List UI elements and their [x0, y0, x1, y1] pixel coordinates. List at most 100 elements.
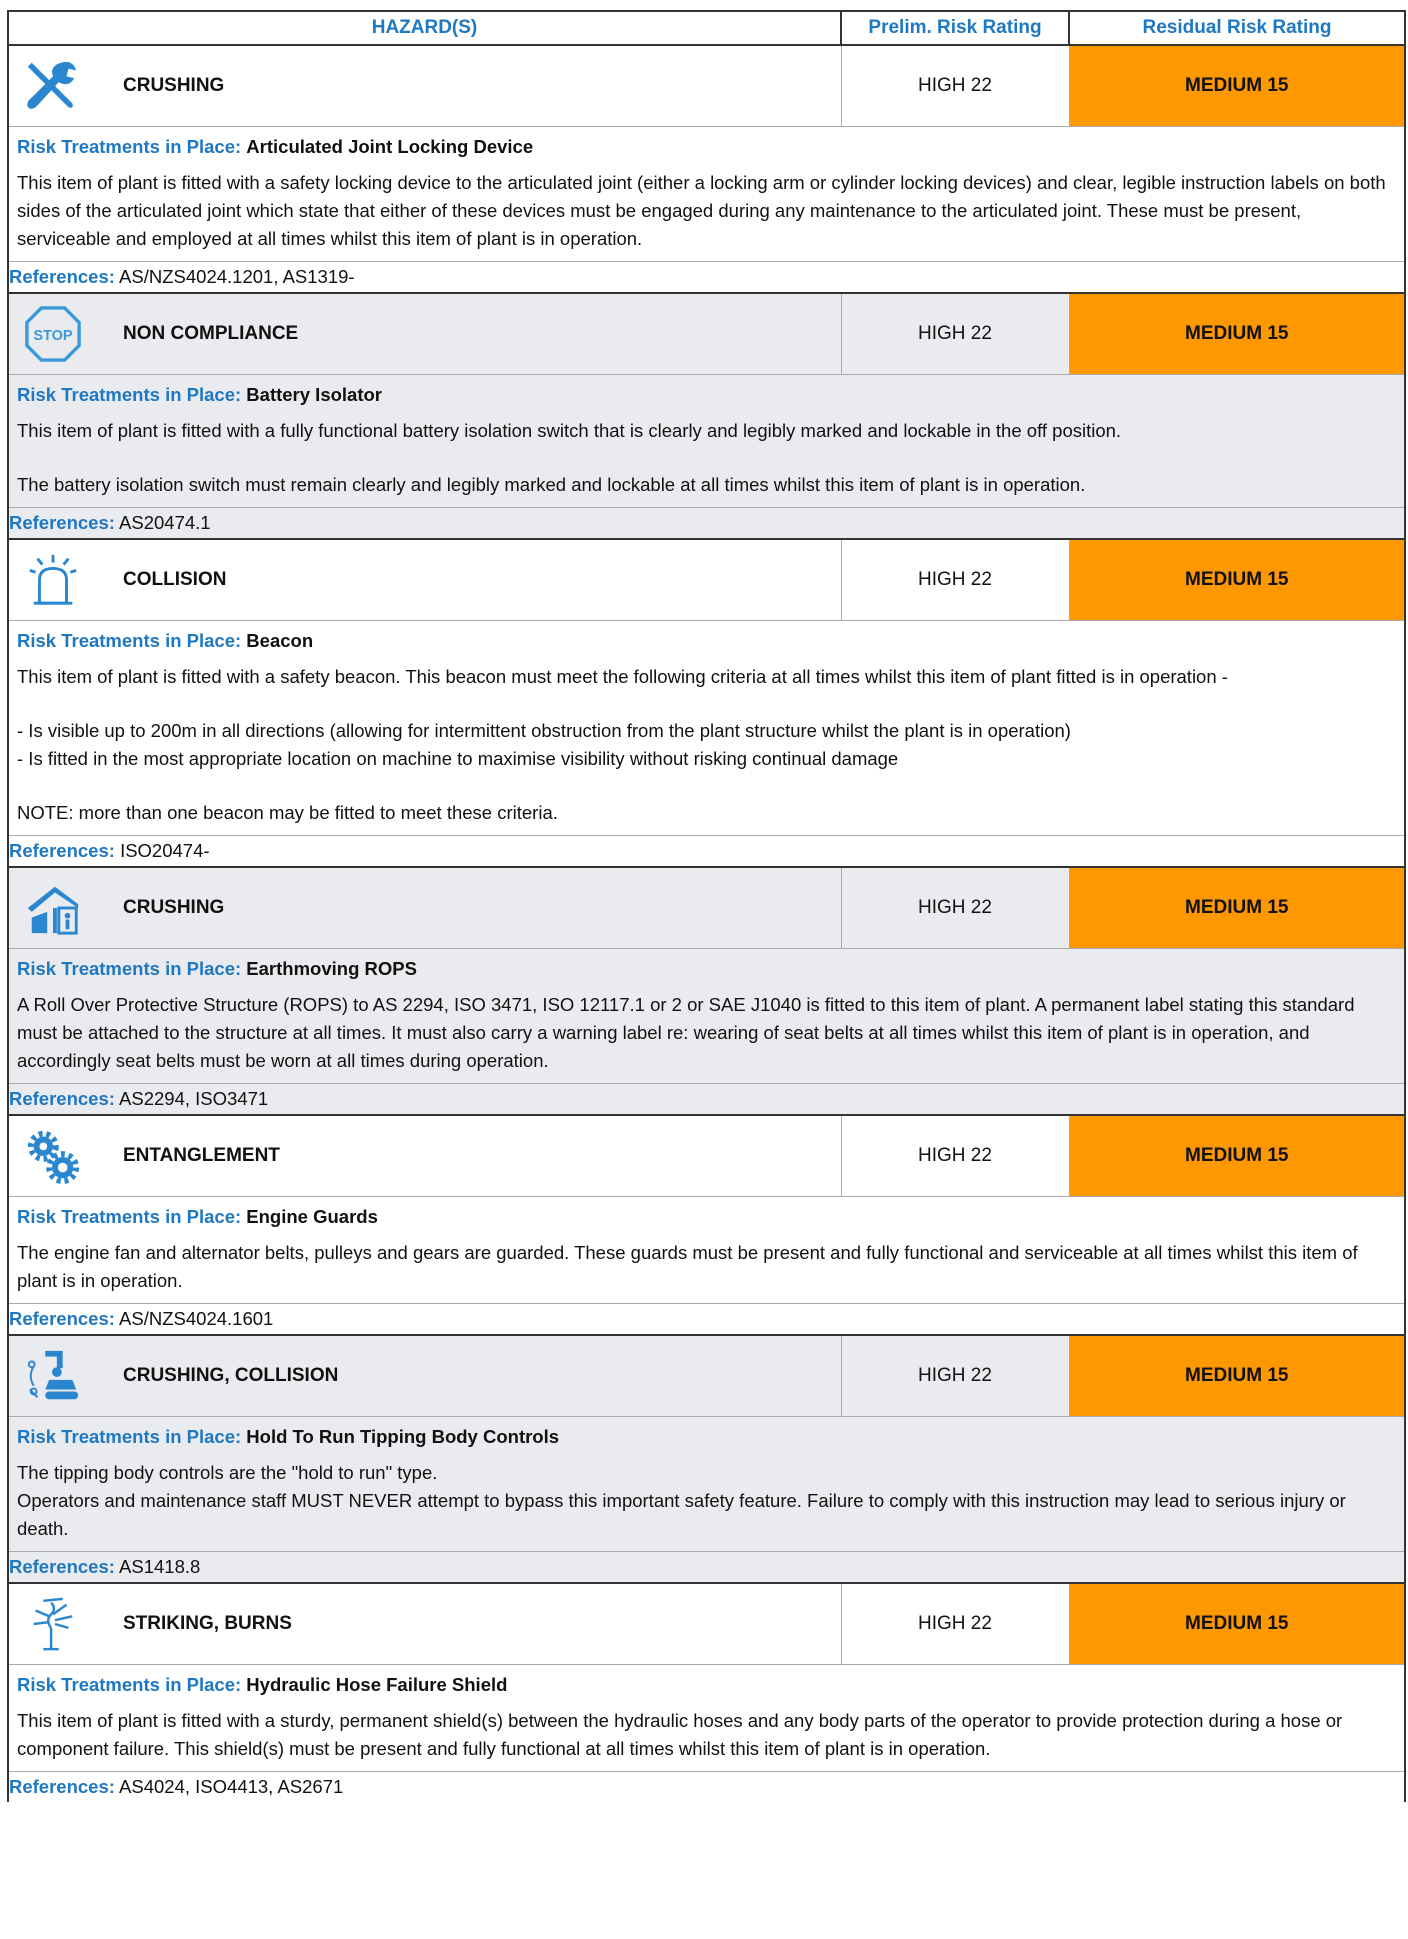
rops-cab-icon: [19, 874, 87, 942]
hazard-cell: COLLISION: [7, 538, 841, 621]
hazard-row: CRUSHING HIGH 22 MEDIUM 15: [7, 866, 1406, 949]
hazard-row: STOP NON COMPLIANCE HIGH 22 MEDIUM 15: [7, 292, 1406, 375]
treatment-name: Battery Isolator: [246, 384, 383, 405]
table-header-row: HAZARD(S) Prelim. Risk Rating Residual R…: [7, 10, 1406, 46]
hazard-cell: CRUSHING: [7, 866, 841, 949]
residual-rating: MEDIUM 15: [1068, 866, 1406, 949]
references-row: References: AS/NZS4024.1201, AS1319-: [7, 261, 1406, 293]
hazard-name: STRIKING, BURNS: [123, 1613, 292, 1634]
treatment-name: Engine Guards: [246, 1206, 378, 1227]
references-value: AS1418.8: [119, 1556, 201, 1577]
hazards-column-header: HAZARD(S): [7, 10, 842, 46]
hazard-name: CRUSHING: [123, 75, 225, 96]
residual-rating: MEDIUM 15: [1068, 538, 1406, 621]
treatment-row: Risk Treatments in Place: Beacon This it…: [7, 620, 1406, 836]
residual-rating: MEDIUM 15: [1068, 1334, 1406, 1417]
references-value: AS2294, ISO3471: [119, 1088, 269, 1109]
treatment-name: Articulated Joint Locking Device: [246, 136, 534, 157]
treatment-row: Risk Treatments in Place: Earthmoving RO…: [7, 948, 1406, 1084]
gears-icon: [19, 1122, 87, 1190]
references-row: References: ISO20474-: [7, 835, 1406, 867]
treatment-description: The engine fan and alternator belts, pul…: [17, 1239, 1396, 1295]
stop-sign-icon: STOP: [19, 300, 87, 368]
treatment-paragraph: This item of plant is fitted with a safe…: [17, 172, 1386, 249]
hazard-row: CRUSHING, COLLISION HIGH 22 MEDIUM 15: [7, 1334, 1406, 1417]
treatment-paragraph: This item of plant is fitted with a stur…: [17, 1710, 1343, 1759]
hazard-row: CRUSHING HIGH 22 MEDIUM 15: [7, 44, 1406, 127]
prelim-rating-column-header: Prelim. Risk Rating: [840, 10, 1070, 46]
treatment-paragraph: The battery isolation switch must remain…: [17, 474, 1086, 495]
prelim-rating: HIGH 22: [840, 866, 1069, 949]
treatment-row: Risk Treatments in Place: Battery Isolat…: [7, 374, 1406, 508]
treatment-row: Risk Treatments in Place: Articulated Jo…: [7, 126, 1406, 262]
hose-burst-icon: [19, 1590, 87, 1658]
treatments-label: Risk Treatments in Place:: [17, 630, 242, 651]
references-label: References:: [9, 1556, 115, 1577]
references-value: AS4024, ISO4413, AS2671: [119, 1776, 344, 1797]
svg-text:STOP: STOP: [33, 328, 73, 344]
hazard-name: NON COMPLIANCE: [123, 323, 299, 344]
prelim-rating: HIGH 22: [840, 538, 1069, 621]
treatment-description: The tipping body controls are the "hold …: [17, 1459, 1396, 1543]
treatment-heading: Risk Treatments in Place: Engine Guards: [17, 1203, 1396, 1231]
treatment-name: Beacon: [246, 630, 314, 651]
treatments-label: Risk Treatments in Place:: [17, 1206, 242, 1227]
references-row: References: AS1418.8: [7, 1551, 1406, 1583]
references-label: References:: [9, 512, 115, 533]
treatment-heading: Risk Treatments in Place: Hold To Run Ti…: [17, 1423, 1396, 1451]
treatment-description: This item of plant is fitted with a safe…: [17, 169, 1396, 253]
treatments-label: Risk Treatments in Place:: [17, 1674, 242, 1695]
treatment-description: This item of plant is fitted with a safe…: [17, 663, 1396, 827]
residual-rating-column-header: Residual Risk Rating: [1068, 10, 1406, 46]
treatment-paragraph: This item of plant is fitted with a safe…: [17, 666, 1228, 687]
treatments-label: Risk Treatments in Place:: [17, 384, 242, 405]
treatment-paragraph: The engine fan and alternator belts, pul…: [17, 1242, 1358, 1291]
references-value: AS/NZS4024.1601: [119, 1308, 274, 1329]
treatment-description: This item of plant is fitted with a full…: [17, 417, 1396, 499]
references-row: References: AS20474.1: [7, 507, 1406, 539]
references-label: References:: [9, 1776, 115, 1797]
residual-rating: MEDIUM 15: [1068, 1582, 1406, 1665]
hazard-row: STRIKING, BURNS HIGH 22 MEDIUM 15: [7, 1582, 1406, 1665]
treatment-paragraph: This item of plant is fitted with a full…: [17, 420, 1122, 441]
residual-rating: MEDIUM 15: [1068, 1114, 1406, 1197]
treatments-label: Risk Treatments in Place:: [17, 1426, 242, 1447]
references-value: AS20474.1: [119, 512, 211, 533]
prelim-rating: HIGH 22: [840, 1114, 1069, 1197]
prelim-rating: HIGH 22: [840, 1582, 1069, 1665]
hazard-name: CRUSHING, COLLISION: [123, 1365, 339, 1386]
prelim-rating: HIGH 22: [840, 44, 1069, 127]
treatment-name: Hydraulic Hose Failure Shield: [246, 1674, 508, 1695]
hazard-name: ENTANGLEMENT: [123, 1145, 280, 1166]
treatment-paragraph: A Roll Over Protective Structure (ROPS) …: [17, 994, 1355, 1071]
treatment-paragraph: The tipping body controls are the "hold …: [17, 1462, 1346, 1539]
prelim-rating: HIGH 22: [840, 292, 1069, 375]
treatments-label: Risk Treatments in Place:: [17, 958, 242, 979]
references-row: References: AS/NZS4024.1601: [7, 1303, 1406, 1335]
treatment-heading: Risk Treatments in Place: Hydraulic Hose…: [17, 1671, 1396, 1699]
hazard-cell: STRIKING, BURNS: [7, 1582, 841, 1665]
treatment-name: Hold To Run Tipping Body Controls: [246, 1426, 560, 1447]
risk-register-page: HAZARD(S) Prelim. Risk Rating Residual R…: [7, 10, 1406, 1802]
references-label: References:: [9, 1308, 115, 1329]
treatment-row: Risk Treatments in Place: Hydraulic Hose…: [7, 1664, 1406, 1772]
treatment-heading: Risk Treatments in Place: Articulated Jo…: [17, 133, 1396, 161]
tools-crossed-icon: [19, 52, 87, 120]
hazard-cell: CRUSHING, COLLISION: [7, 1334, 841, 1417]
hazard-cell: ENTANGLEMENT: [7, 1114, 841, 1197]
treatment-paragraph: - Is visible up to 200m in all direction…: [17, 720, 1071, 769]
treatment-row: Risk Treatments in Place: Engine Guards …: [7, 1196, 1406, 1304]
residual-rating: MEDIUM 15: [1068, 292, 1406, 375]
treatment-heading: Risk Treatments in Place: Beacon: [17, 627, 1396, 655]
treatment-description: This item of plant is fitted with a stur…: [17, 1707, 1396, 1763]
residual-rating: MEDIUM 15: [1068, 44, 1406, 127]
treatment-row: Risk Treatments in Place: Hold To Run Ti…: [7, 1416, 1406, 1552]
treatment-paragraph: NOTE: more than one beacon may be fitted…: [17, 802, 558, 823]
treatments-label: Risk Treatments in Place:: [17, 136, 242, 157]
references-value: ISO20474-: [120, 840, 210, 861]
prelim-rating: HIGH 22: [840, 1334, 1069, 1417]
references-label: References:: [9, 840, 115, 861]
hazard-cell: CRUSHING: [7, 44, 841, 127]
treatment-heading: Risk Treatments in Place: Earthmoving RO…: [17, 955, 1396, 983]
hazard-row: ENTANGLEMENT HIGH 22 MEDIUM 15: [7, 1114, 1406, 1197]
